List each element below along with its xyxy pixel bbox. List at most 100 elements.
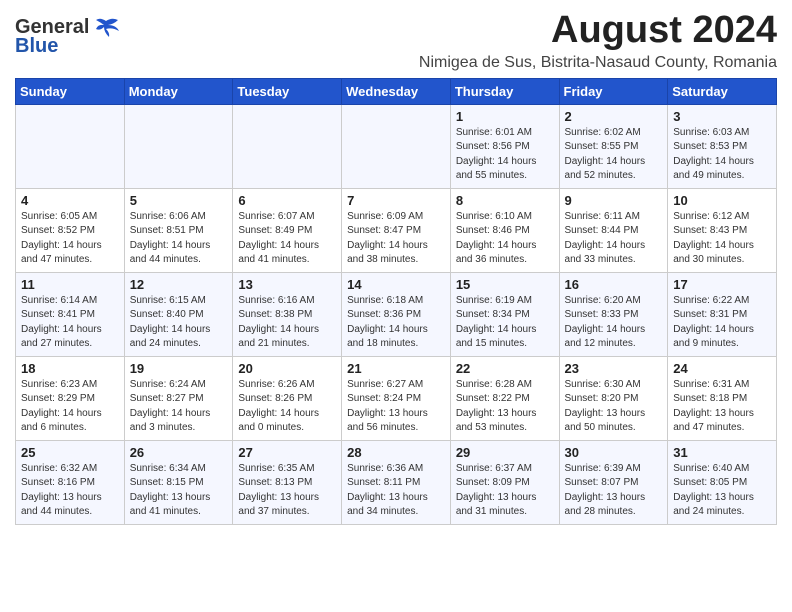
day-info: Sunrise: 6:19 AM Sunset: 8:34 PM Dayligh… (456, 294, 554, 352)
day-number: 26 (130, 445, 228, 460)
day-number: 30 (565, 445, 663, 460)
calendar-cell: 31 Sunrise: 6:40 AM Sunset: 8:05 PM Dayli… (668, 440, 777, 524)
day-number: 22 (456, 361, 554, 376)
calendar-cell: 18Sunrise: 6:23 AM Sunset: 8:29 PM Dayli… (16, 356, 125, 440)
calendar-cell: 10 Sunrise: 6:12 AM Sunset: 8:43 PM Dayli… (668, 188, 777, 272)
weekday-header-sunday: Sunday (16, 78, 125, 104)
day-number: 3 (673, 109, 771, 124)
day-number: 5 (130, 193, 228, 208)
logo-bird-icon (92, 17, 120, 39)
calendar-cell: 27 Sunrise: 6:35 AM Sunset: 8:13 PM Dayli… (233, 440, 342, 524)
calendar-cell: 5 Sunrise: 6:06 AM Sunset: 8:51 PM Daylig… (124, 188, 233, 272)
day-number: 24 (673, 361, 771, 376)
day-info: Sunrise: 6:28 AM Sunset: 8:22 PM Dayligh… (456, 378, 554, 436)
page-title: August 2024 (419, 10, 777, 52)
day-number: 9 (565, 193, 663, 208)
logo-blue-text: Blue (15, 35, 58, 58)
weekday-header-tuesday: Tuesday (233, 78, 342, 104)
calendar-cell: 19 Sunrise: 6:24 AM Sunset: 8:27 PM Dayli… (124, 356, 233, 440)
calendar-cell: 25Sunrise: 6:32 AM Sunset: 8:16 PM Dayli… (16, 440, 125, 524)
calendar-cell: 15Sunrise: 6:19 AM Sunset: 8:34 PM Dayli… (450, 272, 559, 356)
calendar-cell: 29Sunrise: 6:37 AM Sunset: 8:09 PM Dayli… (450, 440, 559, 524)
weekday-header-wednesday: Wednesday (342, 78, 451, 104)
calendar-cell: 20 Sunrise: 6:26 AM Sunset: 8:26 PM Dayli… (233, 356, 342, 440)
day-number: 12 (130, 277, 228, 292)
calendar-cell: 28 Sunrise: 6:36 AM Sunset: 8:11 PM Dayli… (342, 440, 451, 524)
title-block: August 2024 Nimigea de Sus, Bistrita-Nas… (419, 10, 777, 72)
day-number: 1 (456, 109, 554, 124)
day-info: Sunrise: 6:06 AM Sunset: 8:51 PM Dayligh… (130, 210, 228, 268)
calendar-cell: 13Sunrise: 6:16 AM Sunset: 8:38 PM Dayli… (233, 272, 342, 356)
calendar-cell: 21 Sunrise: 6:27 AM Sunset: 8:24 PM Dayli… (342, 356, 451, 440)
calendar-cell: 11 Sunrise: 6:14 AM Sunset: 8:41 PM Dayli… (16, 272, 125, 356)
day-info: Sunrise: 6:39 AM Sunset: 8:07 PM Dayligh… (565, 462, 663, 520)
day-info: Sunrise: 6:10 AM Sunset: 8:46 PM Dayligh… (456, 210, 554, 268)
calendar-table: SundayMondayTuesdayWednesdayThursdayFrid… (15, 78, 777, 525)
day-info: Sunrise: 6:37 AM Sunset: 8:09 PM Dayligh… (456, 462, 554, 520)
calendar-cell: 23 Sunrise: 6:30 AM Sunset: 8:20 PM Dayli… (559, 356, 668, 440)
calendar-cell: 9 Sunrise: 6:11 AM Sunset: 8:44 PM Daylig… (559, 188, 668, 272)
calendar-cell: 7 Sunrise: 6:09 AM Sunset: 8:47 PM Daylig… (342, 188, 451, 272)
day-number: 27 (238, 445, 336, 460)
day-number: 19 (130, 361, 228, 376)
day-number: 13 (238, 277, 336, 292)
calendar-cell: 14 Sunrise: 6:18 AM Sunset: 8:36 PM Dayli… (342, 272, 451, 356)
day-info: Sunrise: 6:36 AM Sunset: 8:11 PM Dayligh… (347, 462, 445, 520)
day-number: 31 (673, 445, 771, 460)
calendar-cell: 22 Sunrise: 6:28 AM Sunset: 8:22 PM Dayli… (450, 356, 559, 440)
day-info: Sunrise: 6:14 AM Sunset: 8:41 PM Dayligh… (21, 294, 119, 352)
calendar-cell: 12 Sunrise: 6:15 AM Sunset: 8:40 PM Dayli… (124, 272, 233, 356)
calendar-cell: 8 Sunrise: 6:10 AM Sunset: 8:46 PM Daylig… (450, 188, 559, 272)
calendar-cell: 26Sunrise: 6:34 AM Sunset: 8:15 PM Dayli… (124, 440, 233, 524)
day-info: Sunrise: 6:23 AM Sunset: 8:29 PM Dayligh… (21, 378, 119, 436)
calendar-cell: 6 Sunrise: 6:07 AM Sunset: 8:49 PM Daylig… (233, 188, 342, 272)
day-number: 17 (673, 277, 771, 292)
page-subtitle: Nimigea de Sus, Bistrita-Nasaud County, … (419, 54, 777, 72)
calendar-cell: 2Sunrise: 6:02 AM Sunset: 8:55 PM Daylig… (559, 104, 668, 188)
calendar-cell (16, 104, 125, 188)
calendar-week-3: 11 Sunrise: 6:14 AM Sunset: 8:41 PM Dayli… (16, 272, 777, 356)
weekday-header-thursday: Thursday (450, 78, 559, 104)
day-info: Sunrise: 6:30 AM Sunset: 8:20 PM Dayligh… (565, 378, 663, 436)
day-info: Sunrise: 6:24 AM Sunset: 8:27 PM Dayligh… (130, 378, 228, 436)
calendar-cell (342, 104, 451, 188)
day-info: Sunrise: 6:27 AM Sunset: 8:24 PM Dayligh… (347, 378, 445, 436)
day-info: Sunrise: 6:32 AM Sunset: 8:16 PM Dayligh… (21, 462, 119, 520)
calendar-cell: 24 Sunrise: 6:31 AM Sunset: 8:18 PM Dayli… (668, 356, 777, 440)
day-info: Sunrise: 6:07 AM Sunset: 8:49 PM Dayligh… (238, 210, 336, 268)
day-number: 11 (21, 277, 119, 292)
calendar-week-1: 1Sunrise: 6:01 AM Sunset: 8:56 PM Daylig… (16, 104, 777, 188)
day-info: Sunrise: 6:40 AM Sunset: 8:05 PM Dayligh… (673, 462, 771, 520)
day-info: Sunrise: 6:15 AM Sunset: 8:40 PM Dayligh… (130, 294, 228, 352)
day-info: Sunrise: 6:11 AM Sunset: 8:44 PM Dayligh… (565, 210, 663, 268)
day-number: 20 (238, 361, 336, 376)
day-info: Sunrise: 6:26 AM Sunset: 8:26 PM Dayligh… (238, 378, 336, 436)
calendar-cell (124, 104, 233, 188)
header: General Blue August 2024 Nimigea de Sus,… (15, 10, 777, 72)
day-info: Sunrise: 6:09 AM Sunset: 8:47 PM Dayligh… (347, 210, 445, 268)
day-info: Sunrise: 6:31 AM Sunset: 8:18 PM Dayligh… (673, 378, 771, 436)
day-number: 14 (347, 277, 445, 292)
calendar-cell: 30 Sunrise: 6:39 AM Sunset: 8:07 PM Dayli… (559, 440, 668, 524)
day-number: 23 (565, 361, 663, 376)
logo: General Blue (15, 16, 120, 58)
calendar-cell: 17Sunrise: 6:22 AM Sunset: 8:31 PM Dayli… (668, 272, 777, 356)
calendar-cell: 16Sunrise: 6:20 AM Sunset: 8:33 PM Dayli… (559, 272, 668, 356)
day-number: 21 (347, 361, 445, 376)
day-info: Sunrise: 6:12 AM Sunset: 8:43 PM Dayligh… (673, 210, 771, 268)
day-number: 10 (673, 193, 771, 208)
day-info: Sunrise: 6:18 AM Sunset: 8:36 PM Dayligh… (347, 294, 445, 352)
day-number: 28 (347, 445, 445, 460)
day-number: 6 (238, 193, 336, 208)
day-info: Sunrise: 6:35 AM Sunset: 8:13 PM Dayligh… (238, 462, 336, 520)
day-number: 2 (565, 109, 663, 124)
day-number: 8 (456, 193, 554, 208)
day-number: 4 (21, 193, 119, 208)
weekday-header-saturday: Saturday (668, 78, 777, 104)
weekday-header-monday: Monday (124, 78, 233, 104)
day-info: Sunrise: 6:05 AM Sunset: 8:52 PM Dayligh… (21, 210, 119, 268)
day-info: Sunrise: 6:20 AM Sunset: 8:33 PM Dayligh… (565, 294, 663, 352)
day-number: 7 (347, 193, 445, 208)
calendar-week-4: 18Sunrise: 6:23 AM Sunset: 8:29 PM Dayli… (16, 356, 777, 440)
calendar-header-row: SundayMondayTuesdayWednesdayThursdayFrid… (16, 78, 777, 104)
